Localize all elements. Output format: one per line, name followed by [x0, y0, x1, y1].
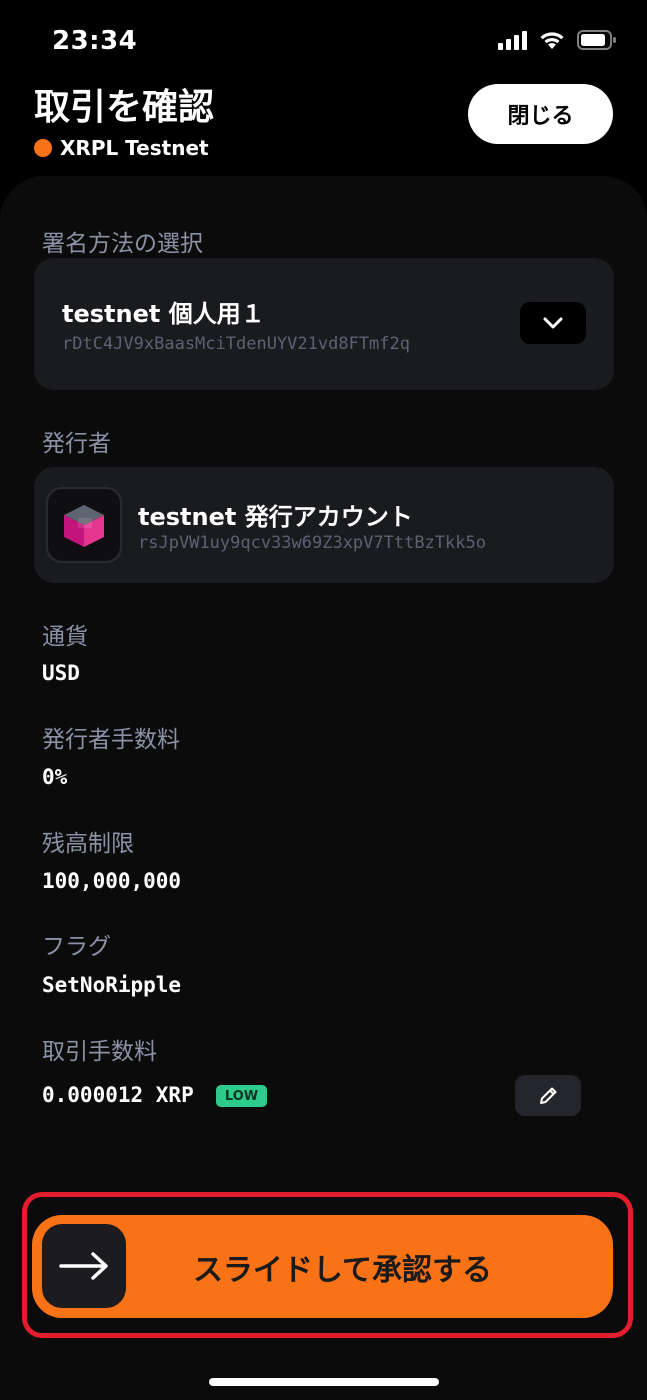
- issuer-fee-label: 発行者手数料: [42, 727, 180, 753]
- signing-account-address: rDtC4JV9xBaasMciTdenUYV21vd8FTmf2q: [62, 334, 410, 354]
- chevron-down-icon: [543, 317, 563, 329]
- flags-label: フラグ: [42, 934, 111, 960]
- issuer-fee-value: 0%: [42, 765, 68, 789]
- home-indicator[interactable]: [209, 1378, 439, 1386]
- transaction-fee-label: 取引手数料: [42, 1039, 157, 1065]
- balance-limit-value: 100,000,000: [42, 869, 182, 893]
- issuer-avatar: [46, 487, 122, 563]
- network-status-dot: [34, 139, 52, 157]
- currency-value: USD: [42, 661, 80, 685]
- wifi-icon: [539, 30, 565, 50]
- network-label: XRPL Testnet: [60, 136, 209, 160]
- arrow-right-icon: [59, 1252, 108, 1280]
- issuer-label: 発行者: [42, 431, 111, 457]
- slider-label: スライドして承認する: [192, 1252, 493, 1288]
- flags-value: SetNoRipple: [42, 973, 182, 997]
- issuer-account-name: testnet 発行アカウント: [138, 503, 413, 531]
- pencil-icon: [540, 1087, 557, 1104]
- status-bar: 23:34: [0, 0, 647, 80]
- signing-method-label: 署名方法の選択: [42, 231, 203, 257]
- account-dropdown-button[interactable]: [520, 302, 586, 344]
- issuer-account-address: rsJpVW1uy9qcv33w69Z3xpV7TttBzTkk5o: [138, 533, 486, 553]
- signing-account-name: testnet 個人用１: [62, 300, 265, 328]
- issuer-card: testnet 発行アカウント rsJpVW1uy9qcv33w69Z3xpV7…: [34, 467, 614, 583]
- status-time: 23:34: [52, 26, 138, 56]
- cube-icon: [64, 505, 104, 547]
- slider-knob[interactable]: [42, 1224, 126, 1308]
- slide-to-approve[interactable]: スライドして承認する: [32, 1215, 613, 1318]
- balance-limit-label: 残高制限: [42, 831, 134, 857]
- currency-label: 通貨: [42, 624, 88, 650]
- signal-icon: [498, 30, 527, 50]
- edit-fee-button[interactable]: [515, 1075, 581, 1116]
- fee-level-badge: LOW: [216, 1085, 267, 1107]
- battery-icon: [577, 30, 617, 50]
- close-button[interactable]: 閉じる: [468, 84, 613, 144]
- signing-account-selector[interactable]: testnet 個人用１ rDtC4JV9xBaasMciTdenUYV21vd…: [34, 258, 614, 390]
- transaction-fee-value: 0.000012 XRP: [42, 1083, 194, 1107]
- header: 取引を確認 XRPL Testnet 閉じる: [34, 84, 613, 164]
- status-icons: [498, 30, 617, 50]
